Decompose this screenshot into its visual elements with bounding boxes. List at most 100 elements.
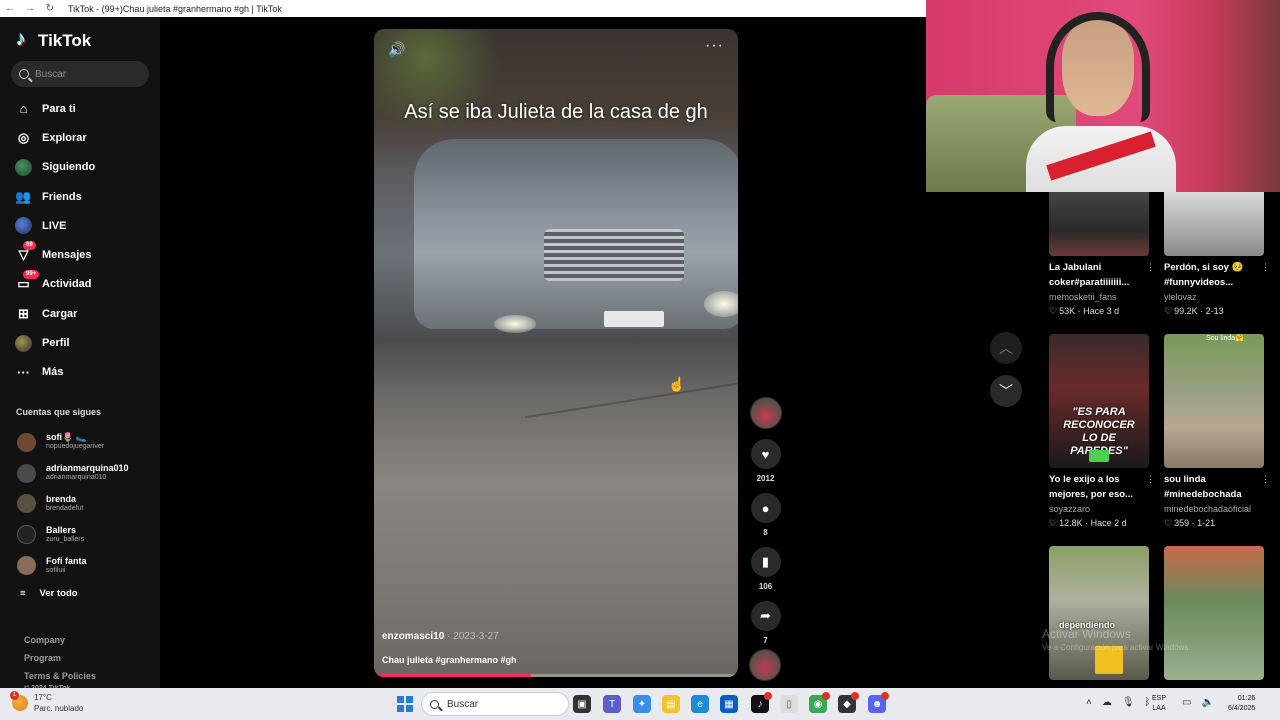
rec-card[interactable]: La Jabulani coker#paratiiiiiii... ⋮ memo… [1049,192,1157,318]
store-icon[interactable]: ▦ [720,695,738,713]
main-nav: ⌂ Para ti ◎ Explorar Siguiendo 👥 Friends… [0,94,160,387]
see-all-button[interactable]: ≡ Ver todo [20,588,78,599]
weather-widget[interactable]: 1 17°C Parc. nublado [10,691,83,714]
nav-item-siguiendo[interactable]: Siguiendo [0,153,160,182]
weather-badge: 1 [10,691,19,700]
nav-item-perfil[interactable]: Perfil [0,328,160,357]
rec-title[interactable]: Yo le exijo a los mejores, por eso... [1049,472,1147,502]
rec-username[interactable]: memosketii_fans [1049,290,1157,304]
rec-likes: 99.2K [1164,306,1198,316]
nav-item-live[interactable]: LIVE [0,211,160,240]
rec-card[interactable]: Perdón, si soy 🥺 #funnyvideos... ⋮ yielo… [1164,192,1272,318]
document-icon[interactable]: ▯ [780,695,798,713]
language-indicator[interactable]: ESP LAA [1152,694,1166,714]
footer-link-terms[interactable]: Terms & Policies [24,667,96,685]
more-options-icon[interactable]: ··· [705,37,724,55]
tiktok-app-icon[interactable]: ♪ [751,692,772,713]
nav-item-mensajes[interactable]: ▽ 69 Mensajes [0,240,160,269]
share-icon[interactable]: ➦ [750,601,781,631]
nav-item-cargar[interactable]: ⊞ Cargar [0,299,160,328]
previous-video-button[interactable]: ︿ [990,332,1022,364]
file-explorer-icon[interactable]: ▤ [662,695,680,713]
footer-link-company[interactable]: Company [24,631,96,649]
rec-thumbnail[interactable] [1164,192,1264,256]
clock[interactable]: 01:26 6/4/2026 [1228,694,1255,714]
more-options-icon[interactable]: ⋮ [1261,262,1270,273]
nav-item-para-ti[interactable]: ⌂ Para ti [0,94,160,123]
bluetooth-icon[interactable]: ᛒ [1145,697,1151,708]
rec-username[interactable]: soyazzaro [1049,502,1157,516]
heart-icon[interactable]: ♥ [750,439,781,469]
windows-start-icon[interactable] [397,696,413,712]
app-icon[interactable]: ◆ [838,692,859,713]
rec-card[interactable]: "ES PARA RECONOCER LO DE PAREDES" Yo le … [1049,334,1157,530]
like-action[interactable]: ♥ 2012 [748,439,783,483]
video-scene-grille [544,229,684,281]
reload-icon[interactable]: ↻ [44,3,56,14]
more-options-icon[interactable]: ⋮ [1146,474,1155,485]
search-input[interactable]: Buscar [11,61,149,87]
taskbar-search-placeholder: Buscar [447,698,479,710]
next-video-button[interactable]: ﹀ [990,375,1022,407]
rec-title[interactable]: sou linda #minedebochada [1164,472,1262,502]
nav-item-actividad[interactable]: ▭ 99+ Actividad [0,269,160,299]
more-options-icon[interactable]: ⋮ [1261,474,1270,485]
rec-stats: 12.8K · Hace 2 d [1049,516,1157,530]
author-avatar[interactable] [749,397,782,429]
forward-icon[interactable]: → [24,3,36,14]
share-action[interactable]: ➦ 7 [748,601,783,645]
taskbar-search[interactable]: Buscar [421,692,569,716]
rec-thumbnail[interactable]: Sou linda🤗 [1164,334,1264,468]
following-item[interactable]: Ballers zuru_ballers [0,519,160,550]
bookmark-icon[interactable]: ▮ [750,547,781,577]
rec-card[interactable] [1164,546,1272,680]
rec-thumbnail[interactable] [1164,546,1264,680]
following-item[interactable]: brenda brendadefut [0,489,160,520]
video-progress-bar[interactable] [374,674,738,677]
rec-card[interactable]: Sou linda🤗 sou linda #minedebochada ⋮ mi… [1164,334,1272,530]
tiktok-logo[interactable]: TikTok [16,28,91,51]
comment-icon[interactable]: ● [750,493,781,523]
rec-title[interactable]: La Jabulani coker#paratiiiiiii... [1049,260,1147,290]
following-item[interactable]: sofi🌷 🥿 nopuedojuegariver [0,427,160,458]
following-item[interactable]: adrianmarquina010 adrianmarquina010 [0,458,160,489]
rec-username[interactable]: minedebochadaoficial [1164,502,1272,516]
rec-thumbnail[interactable]: "ES PARA RECONOCER LO DE PAREDES" [1049,334,1149,468]
back-icon[interactable]: ← [4,3,16,14]
more-options-icon[interactable]: ⋮ [1146,262,1155,273]
avatar [17,556,36,576]
nav-item-friends[interactable]: 👥 Friends [0,182,160,211]
following-item[interactable]: Fofi fanta sofiluii [0,550,160,581]
rec-username[interactable]: yielovaz [1164,290,1272,304]
nav-item-explorar[interactable]: ◎ Explorar [0,123,160,152]
rec-card[interactable]: dependiendo [1049,546,1157,680]
save-action[interactable]: ▮ 106 [748,547,783,591]
volume-icon[interactable]: 🔈 [1201,697,1213,708]
sound-avatar[interactable] [749,649,781,681]
rec-thumbnail[interactable]: dependiendo [1049,546,1149,680]
rec-title[interactable]: Perdón, si soy 🥺 #funnyvideos... [1164,260,1262,290]
teams-icon[interactable]: T [603,695,621,713]
friends-icon: 👥 [15,188,32,204]
copilot-icon[interactable]: ✦ [633,695,651,713]
discord-icon[interactable]: ☻ [868,692,889,713]
mouse-cursor-icon: ☝ [668,376,686,392]
nav-item-mas[interactable]: ··· Más [0,358,160,387]
microphone-icon[interactable]: 🎙 [1122,697,1135,708]
chrome-icon[interactable]: ◉ [809,692,830,713]
network-icon[interactable]: ▭ [1182,697,1191,708]
comment-action[interactable]: ● 8 [748,493,783,537]
task-view-icon[interactable]: ▣ [573,695,591,713]
edge-icon[interactable]: e [691,695,709,713]
rec-thumbnail[interactable] [1049,192,1149,256]
footer-link-program[interactable]: Program [24,649,96,667]
system-tray-status: ▭ 🔈 [1182,697,1214,708]
following-name: Fofi fanta [46,555,87,566]
tray-overflow-icon[interactable]: ˄ [1086,697,1092,708]
volume-icon[interactable]: 🔊 [388,41,405,58]
live-avatar-icon [15,217,32,235]
rec-stats: 99.2K · 2-13 [1164,304,1272,318]
video-player[interactable]: Así se iba Julieta de la casa de gh 🔊 ··… [374,29,738,677]
video-author[interactable]: enzomasci10 [382,631,444,642]
onedrive-icon[interactable]: ☁ [1102,697,1112,708]
